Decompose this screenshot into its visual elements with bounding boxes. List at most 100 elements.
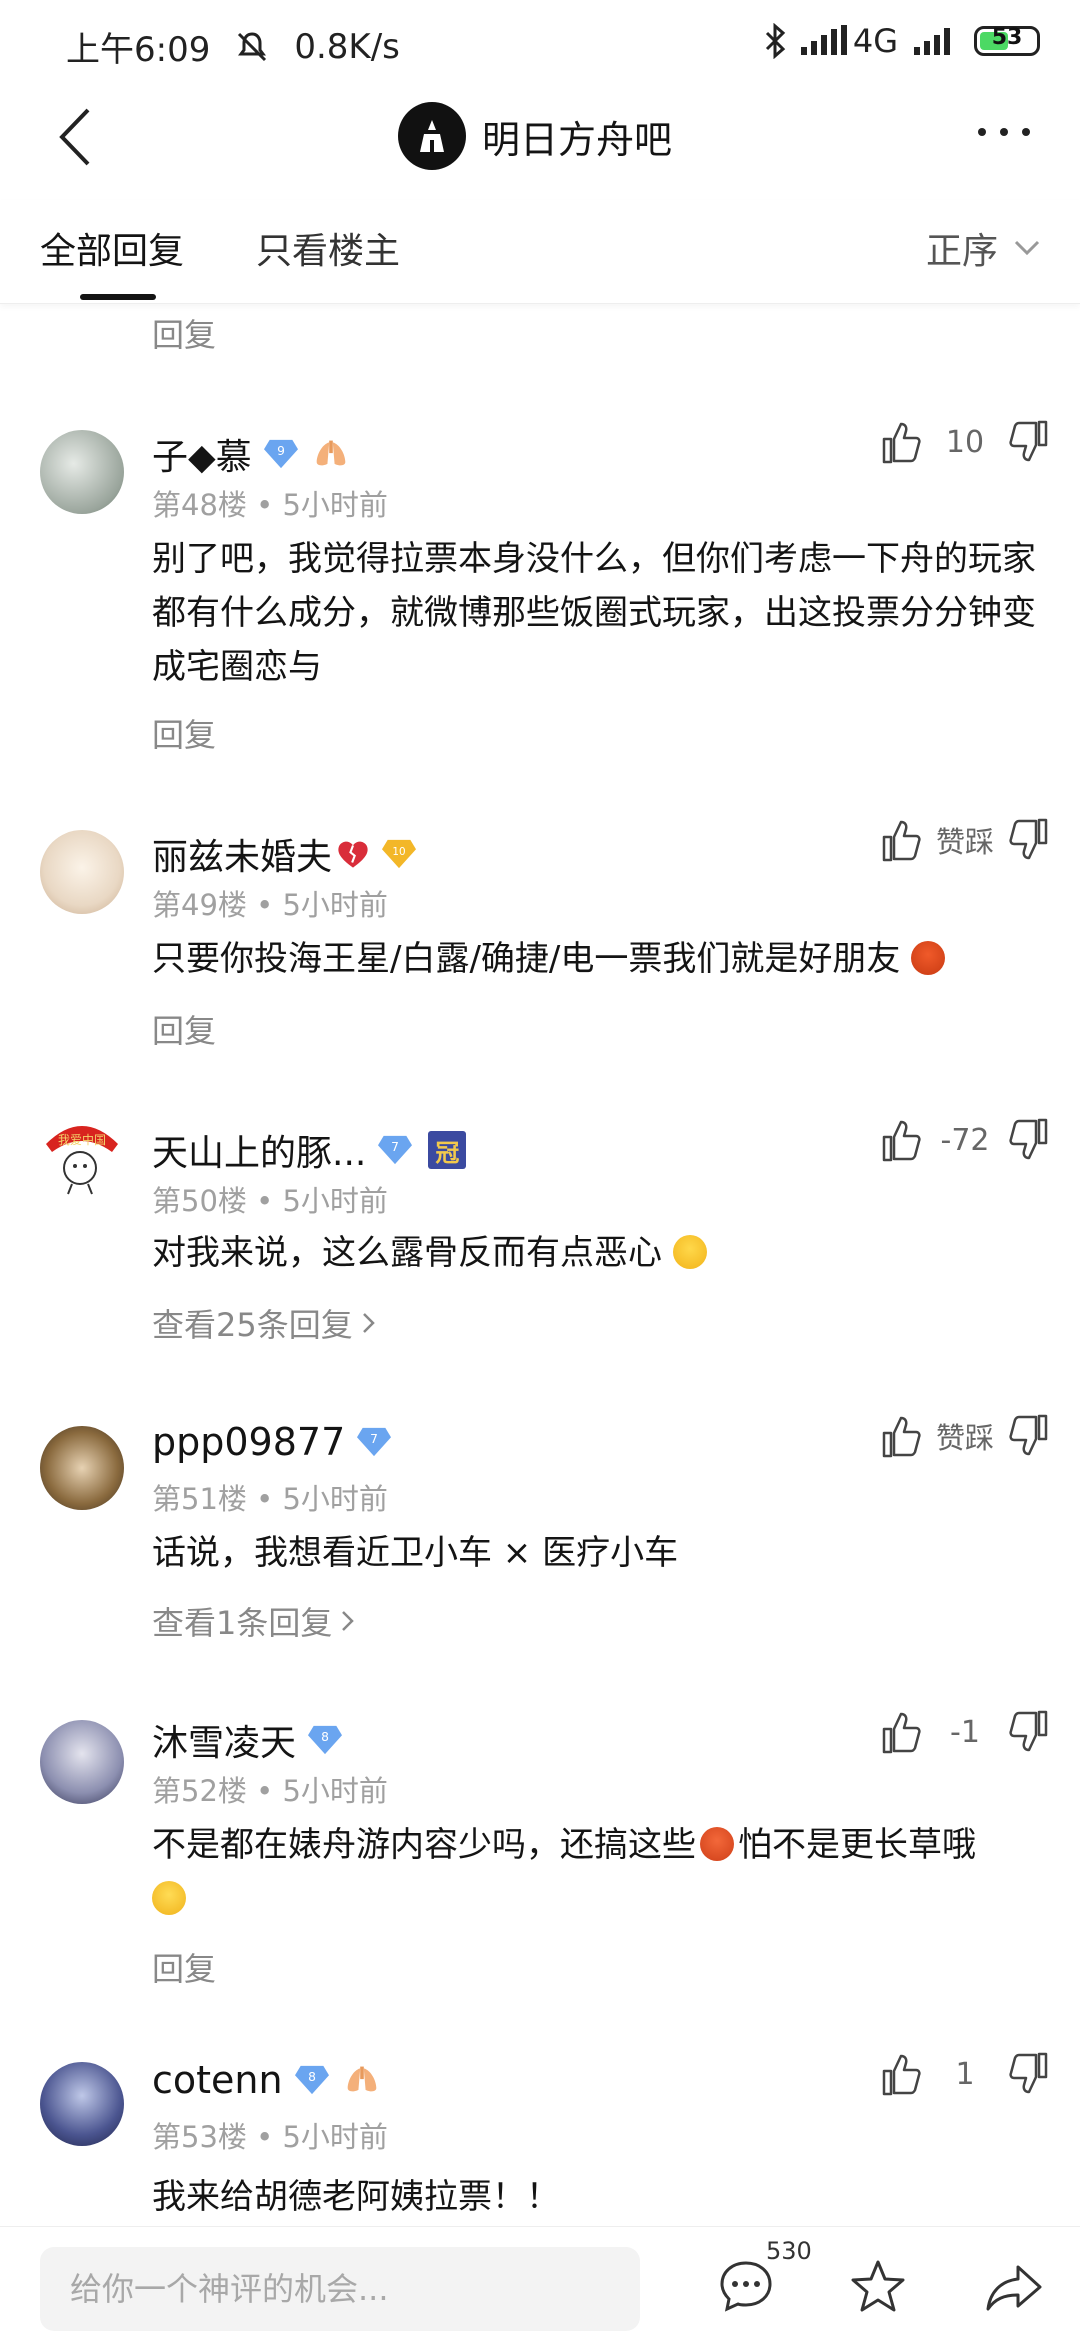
tab-owner-only[interactable]: 只看楼主: [256, 222, 400, 274]
more-icon[interactable]: [974, 120, 1034, 150]
level-number: 8: [308, 2070, 316, 2084]
avatar[interactable]: [40, 1426, 124, 1510]
username[interactable]: 子◆慕: [152, 428, 252, 480]
floor-number: 第50楼: [152, 1184, 247, 1218]
thumbs-up-icon[interactable]: [880, 1710, 924, 1754]
dizzy-face-emoji-icon: [672, 1234, 707, 1269]
network-speed: 0.8K/s: [294, 26, 400, 67]
crown-badge-icon: 冠: [428, 1131, 467, 1169]
comment-input[interactable]: [40, 2247, 640, 2331]
reply-link[interactable]: 回复: [152, 310, 216, 356]
thumbs-down-icon[interactable]: [1006, 2052, 1050, 2096]
chevron-right-icon: [342, 1611, 355, 1631]
comment-count-badge: 530: [766, 2237, 812, 2265]
floor-number: 第48楼: [152, 488, 247, 522]
battery-icon: 53: [974, 25, 1040, 56]
share-icon[interactable]: [984, 2257, 1044, 2317]
thumbs-up-icon[interactable]: [880, 1118, 924, 1162]
lungs-badge-icon: [314, 437, 348, 471]
comment-text: 我来给胡德老阿姨拉票！！: [152, 2177, 560, 2217]
comment-text: 不是都在婊舟游内容少吗，还搞这些: [152, 1825, 696, 1865]
username[interactable]: 天山上的豚...: [152, 1124, 366, 1176]
post-time: 5小时前: [282, 1482, 388, 1516]
thumbs-down-icon[interactable]: [1006, 818, 1050, 862]
star-icon[interactable]: [848, 2257, 908, 2317]
floor-number: 第49楼: [152, 888, 247, 922]
chevron-down-icon: [1014, 240, 1040, 256]
username[interactable]: 沐雪凌天: [152, 1714, 296, 1766]
thumbs-down-icon[interactable]: [1006, 420, 1050, 464]
avatar[interactable]: [40, 1720, 124, 1804]
level-number: 8: [321, 1730, 329, 1744]
comment-text: 别了吧，我觉得拉票本身没什么，但你们考虑一下舟的玩家都有什么成分，就微博那些饭圈…: [152, 539, 1036, 687]
level-badge: 7: [378, 1133, 413, 1167]
level-badge: 9: [263, 437, 298, 471]
grin-face-emoji-icon: [152, 1880, 186, 1915]
username[interactable]: cotenn: [152, 2058, 283, 2102]
level-badge: 7: [357, 1425, 392, 1459]
post-time: 5小时前: [282, 888, 388, 922]
avatar[interactable]: [40, 830, 124, 914]
vote-group: 赞踩: [880, 1414, 1050, 1458]
vote-count: 赞踩: [935, 1421, 994, 1455]
title-bar: 明日方舟吧: [0, 90, 1080, 182]
vote-count: -72: [940, 1122, 990, 1158]
signal-hd-icon: [800, 25, 847, 55]
tab-indicator: [80, 294, 156, 300]
username[interactable]: ppp09877: [152, 1420, 345, 1464]
vote-group: -1: [880, 1710, 1050, 1754]
floor-number: 第53楼: [152, 2120, 247, 2154]
thumbs-up-icon[interactable]: [880, 420, 924, 464]
avatar[interactable]: [40, 430, 124, 514]
network-type: 4G: [852, 22, 898, 60]
view-replies-label: 查看1条回复: [152, 1604, 333, 1642]
username[interactable]: 丽兹未婚夫: [152, 828, 332, 880]
chevron-right-icon: [362, 1313, 375, 1333]
thumbs-up-icon[interactable]: [880, 1414, 924, 1458]
vote-count: 1: [955, 2056, 975, 2092]
angry-face-emoji-icon: [911, 940, 946, 975]
thumbs-up-icon[interactable]: [880, 818, 924, 862]
vote-count: 赞踩: [935, 825, 994, 859]
mute-icon: [238, 31, 267, 61]
view-replies-link[interactable]: 查看1条回复: [152, 1598, 358, 1644]
devil-face-emoji-icon: [700, 1826, 734, 1861]
level-badge: 10: [382, 837, 417, 871]
back-icon[interactable]: [50, 102, 110, 172]
reply-link[interactable]: 回复: [152, 1006, 216, 1052]
reply-link[interactable]: 回复: [152, 710, 216, 756]
avatar[interactable]: [40, 2062, 124, 2146]
vote-count: -1: [950, 1714, 980, 1750]
comment-bubble-icon[interactable]: [716, 2257, 776, 2317]
vote-group: 10: [880, 420, 1050, 464]
vote-group: -72: [880, 1118, 1050, 1162]
tab-all-replies[interactable]: 全部回复: [40, 222, 184, 274]
level-number: 7: [391, 1140, 399, 1154]
thumbs-down-icon[interactable]: [1006, 1118, 1050, 1162]
battery-level: 53: [991, 25, 1023, 50]
floor-number: 第51楼: [152, 1482, 247, 1516]
reply-link[interactable]: 回复: [152, 1944, 216, 1990]
post-time: 5小时前: [282, 2120, 388, 2154]
level-number: 9: [277, 444, 285, 458]
thumbs-up-icon[interactable]: [880, 2052, 924, 2096]
signal-icon: [914, 28, 950, 55]
comment-text: 话说，我想看近卫小车 × 医疗小车: [152, 1533, 679, 1573]
forum-header[interactable]: 明日方舟吧: [398, 102, 672, 170]
thumbs-down-icon[interactable]: [1006, 1710, 1050, 1754]
vote-group: 赞踩: [880, 818, 1050, 862]
lungs-badge-icon: [345, 2063, 379, 2097]
vote-count: 10: [945, 424, 985, 460]
view-replies-link[interactable]: 查看25条回复: [152, 1300, 379, 1346]
reply-tabs: 全部回复 只看楼主 正序: [0, 200, 1080, 304]
forum-name: 明日方舟吧: [482, 117, 673, 162]
svg-text:我爱中国: 我爱中国: [58, 1132, 106, 1147]
comment-text: 只要你投海王星/白露/确捷/电一票我们就是好朋友: [152, 939, 901, 979]
thumbs-down-icon[interactable]: [1006, 1414, 1050, 1458]
comment-text: 对我来说，这么露骨反而有点恶心: [152, 1233, 662, 1273]
level-number: 7: [370, 1432, 378, 1446]
vote-group: 1: [880, 2052, 1050, 2096]
forum-logo: [398, 102, 466, 170]
avatar[interactable]: 我爱中国: [40, 1114, 124, 1198]
sort-toggle[interactable]: 正序: [926, 222, 1040, 274]
